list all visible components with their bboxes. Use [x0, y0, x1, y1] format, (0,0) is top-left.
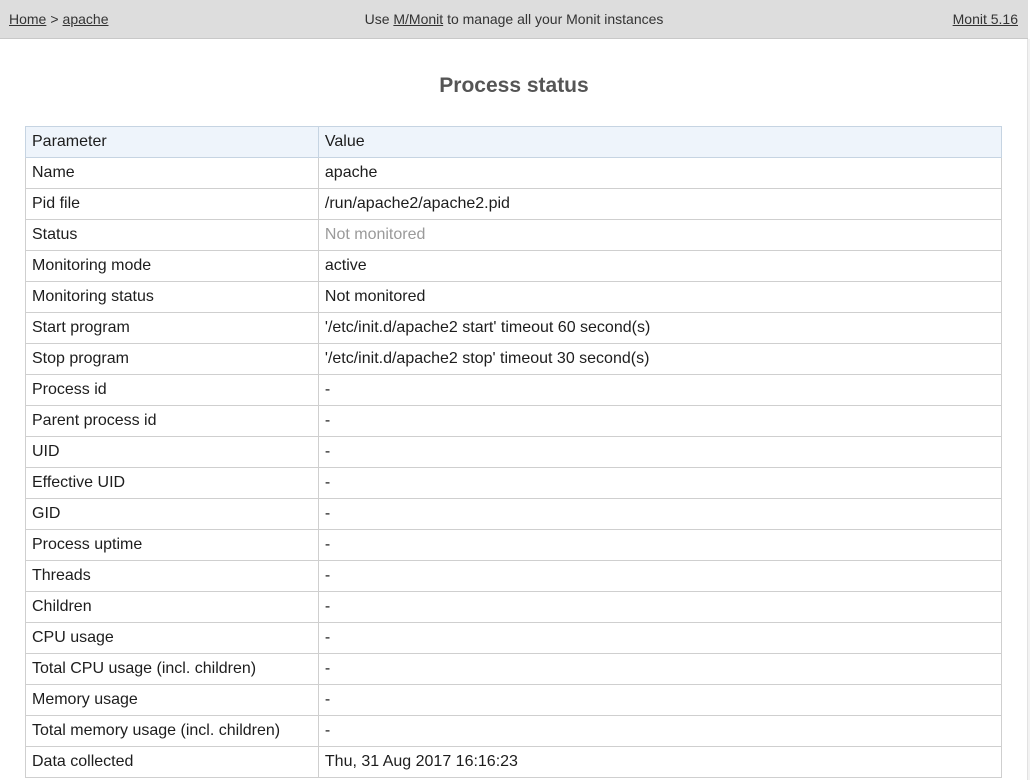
table-row: CPU usage - — [25, 622, 1003, 654]
value-cell: active — [317, 250, 1003, 282]
param-cell: Start program — [25, 312, 319, 344]
value-cell: apache — [317, 157, 1003, 189]
value-cell: - — [317, 684, 1003, 716]
param-cell: CPU usage — [25, 622, 319, 654]
param-cell: Pid file — [25, 188, 319, 220]
promo-prefix: Use — [364, 11, 390, 27]
top-nav-bar: Home > apache Use M/Monit to manage all yo… — [0, 0, 1028, 39]
table-row: Total CPU usage (incl. children) - — [25, 653, 1003, 685]
value-cell: '/etc/init.d/apache2 start' timeout 60 s… — [317, 312, 1003, 344]
value-cell: /run/apache2/apache2.pid — [317, 188, 1003, 220]
mmonit-promo-message: Use M/Monit to manage all your Monit ins… — [0, 11, 1028, 27]
table-row: GID - — [25, 498, 1003, 530]
table-row: Monitoring mode active — [25, 250, 1003, 282]
param-cell: Process id — [25, 374, 319, 406]
value-cell: - — [317, 529, 1003, 561]
value-cell: - — [317, 653, 1003, 685]
table-row: Parent process id - — [25, 405, 1003, 437]
param-cell: GID — [25, 498, 319, 530]
param-cell: UID — [25, 436, 319, 468]
param-cell: Name — [25, 157, 319, 189]
value-cell: Not monitored — [317, 281, 1003, 313]
param-cell: Status — [25, 219, 319, 251]
value-cell: Thu, 31 Aug 2017 16:16:23 — [317, 746, 1003, 778]
page-title: Process status — [439, 74, 589, 97]
status-value-cell: Not monitored — [317, 219, 1003, 251]
table-header-row: Parameter Value — [25, 126, 1003, 158]
table-row: Pid file /run/apache2/apache2.pid — [25, 188, 1003, 220]
param-cell: Monitoring status — [25, 281, 319, 313]
table-row: Name apache — [25, 157, 1003, 189]
table-row: Total memory usage (incl. children) - — [25, 715, 1003, 747]
param-cell: Children — [25, 591, 319, 623]
monit-version-link[interactable]: Monit 5.16 — [953, 11, 1018, 27]
param-cell: Threads — [25, 560, 319, 592]
param-cell: Total CPU usage (incl. children) — [25, 653, 319, 685]
param-cell: Stop program — [25, 343, 319, 375]
value-cell: - — [317, 715, 1003, 747]
value-cell: - — [317, 467, 1003, 499]
value-cell: - — [317, 560, 1003, 592]
param-cell: Monitoring mode — [25, 250, 319, 282]
table-row: Start program '/etc/init.d/apache2 start… — [25, 312, 1003, 344]
param-cell: Memory usage — [25, 684, 319, 716]
table-row: Process id - — [25, 374, 1003, 406]
table-row: UID - — [25, 436, 1003, 468]
param-cell: Data collected — [25, 746, 319, 778]
mmonit-link[interactable]: M/Monit — [393, 11, 443, 27]
process-status-table: Parameter Value Name apache Pid file /ru… — [25, 126, 1003, 778]
column-header-value: Value — [317, 126, 1003, 158]
value-cell: - — [317, 405, 1003, 437]
column-header-parameter: Parameter — [25, 126, 319, 158]
table-row: Threads - — [25, 560, 1003, 592]
param-cell: Total memory usage (incl. children) — [25, 715, 319, 747]
value-cell: - — [317, 374, 1003, 406]
promo-suffix: to manage all your Monit instances — [447, 11, 664, 27]
table-row: Status Not monitored — [25, 219, 1003, 251]
value-cell: - — [317, 498, 1003, 530]
value-cell: '/etc/init.d/apache2 stop' timeout 30 se… — [317, 343, 1003, 375]
table-row: Monitoring status Not monitored — [25, 281, 1003, 313]
param-cell: Process uptime — [25, 529, 319, 561]
table-row: Stop program '/etc/init.d/apache2 stop' … — [25, 343, 1003, 375]
table-row: Data collected Thu, 31 Aug 2017 16:16:23 — [25, 746, 1003, 778]
value-cell: - — [317, 591, 1003, 623]
table-row: Effective UID - — [25, 467, 1003, 499]
browser-viewport: Home > apache Use M/Monit to manage all yo… — [0, 0, 1030, 780]
table-row: Process uptime - — [25, 529, 1003, 561]
table-row: Memory usage - — [25, 684, 1003, 716]
value-cell: - — [317, 436, 1003, 468]
table-row: Children - — [25, 591, 1003, 623]
version-area: Monit 5.16 — [953, 11, 1018, 27]
param-cell: Effective UID — [25, 467, 319, 499]
param-cell: Parent process id — [25, 405, 319, 437]
value-cell: - — [317, 622, 1003, 654]
